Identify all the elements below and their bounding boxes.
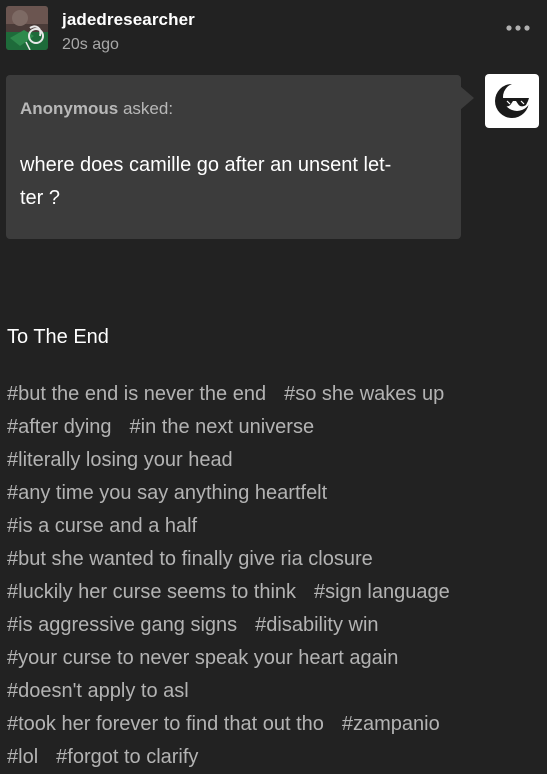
tag-link[interactable]: #in the next universe [130, 416, 315, 438]
tag-link[interactable]: #sign language [314, 581, 450, 603]
username[interactable]: jadedresearcher [62, 10, 195, 30]
tag-link[interactable]: #took her forever to find that out tho [7, 713, 324, 735]
tag-link[interactable]: #disability win [255, 614, 378, 636]
tag-link[interactable]: #zampanio [342, 713, 440, 735]
tag-row: #literally losing your head [7, 444, 542, 477]
tag-row: #but the end is never the end #so she wak… [7, 378, 542, 411]
tag-row: #but she wanted to finally give ria clos… [7, 543, 542, 576]
tag-row: #is aggressive gang signs #disability win [7, 609, 542, 642]
answer-text: To The End [7, 326, 109, 348]
tag-link[interactable]: #any time you say anything heartfelt [7, 482, 327, 504]
tag-link[interactable]: #luckily her curse seems to think [7, 581, 296, 603]
question-line-2: ter ? [20, 187, 61, 209]
tag-list: #but the end is never the end #so she wak… [7, 378, 542, 774]
tag-link[interactable]: #forgot to clarify [56, 746, 198, 768]
tag-row: #doesn't apply to asl [7, 675, 542, 708]
ask-bubble: Anonymous asked: where does camille go a… [6, 75, 461, 239]
tag-row: #luckily her curse seems to think #sign l… [7, 576, 542, 609]
blog-avatar[interactable] [6, 6, 48, 50]
tag-link[interactable]: #but the end is never the end [7, 383, 266, 405]
tag-row: #lol #forgot to clarify [7, 741, 542, 774]
post-timestamp[interactable]: 20s ago [62, 36, 119, 54]
asker-name: Anonymous [20, 99, 119, 118]
asker-avatar[interactable] [485, 74, 539, 128]
asked-suffix: asked: [118, 99, 174, 118]
question-line-1: where does camille go after an unsent le… [20, 154, 392, 176]
tag-row: #after dying #in the next universe [7, 411, 542, 444]
tag-row: #is a curse and a half [7, 510, 542, 543]
tag-row: #took her forever to find that out tho #z… [7, 708, 542, 741]
tag-link[interactable]: #after dying [7, 416, 112, 438]
asker-line: Anonymous asked: [20, 99, 173, 119]
ask-bubble-tail [460, 86, 474, 110]
tag-link[interactable]: #is aggressive gang signs [7, 614, 237, 636]
post-header: jadedresearcher 20s ago [0, 0, 547, 64]
tag-link[interactable]: #your curse to never speak your heart ag… [7, 647, 398, 669]
tag-link[interactable]: #is a curse and a half [7, 515, 197, 537]
avatar-image [6, 6, 48, 50]
tag-link[interactable]: #doesn't apply to asl [7, 680, 189, 702]
tag-link[interactable]: #lol [7, 746, 38, 768]
tag-row: #your curse to never speak your heart ag… [7, 642, 542, 675]
more-horizontal-icon[interactable] [505, 20, 531, 36]
sunglasses-moon-icon [495, 83, 531, 118]
tag-link[interactable]: #but she wanted to finally give ria clos… [7, 548, 373, 570]
tag-row: #any time you say anything heartfelt [7, 477, 542, 510]
tag-link[interactable]: #literally losing your head [7, 449, 233, 471]
ask-question: where does camille go after an unsent le… [20, 149, 440, 215]
tag-link[interactable]: #so she wakes up [284, 383, 444, 405]
